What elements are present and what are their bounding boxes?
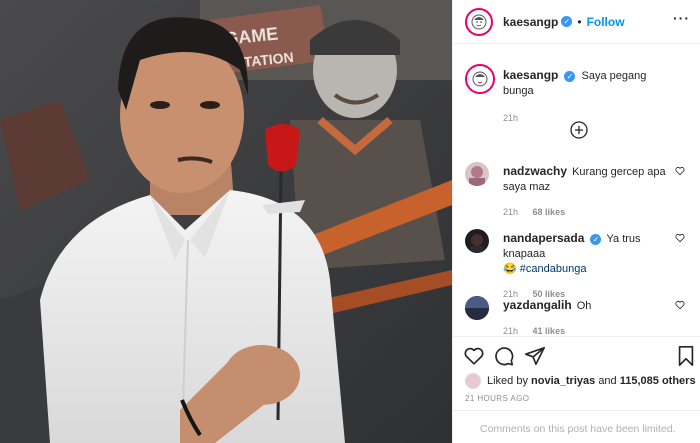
post-timestamp[interactable]: 21 HOURS AGO	[465, 394, 529, 403]
instagram-post-modal: GAME STATION kaesangp ✓ • Follow ··· kae…	[0, 0, 700, 443]
commenter-avatar[interactable]	[465, 296, 489, 320]
verified-badge-icon: ✓	[564, 70, 576, 82]
share-paper-plane-icon[interactable]	[524, 345, 546, 367]
author-username[interactable]: kaesangp	[503, 15, 558, 29]
verified-badge-icon: ✓	[590, 233, 602, 245]
plus-circle-icon	[570, 121, 588, 139]
commenter-avatar[interactable]	[465, 229, 489, 253]
comment-username[interactable]: nandapersada	[503, 231, 584, 245]
post-header: kaesangp ✓ • Follow ···	[453, 0, 700, 44]
liked-by-prefix: Liked by	[487, 375, 528, 387]
separator-dot: •	[577, 14, 582, 29]
author-avatar[interactable]	[465, 7, 493, 36]
save-bookmark-icon[interactable]	[675, 345, 697, 367]
emoji-laughing: 😂	[503, 263, 517, 275]
post-side-panel: kaesangp ✓ • Follow ··· kaesangp ✓ Saya …	[452, 0, 700, 443]
commenter-avatar[interactable]	[465, 162, 489, 186]
author-avatar-face-icon	[471, 14, 487, 29]
caption-author-avatar[interactable]	[465, 64, 495, 94]
comment-username[interactable]: nadzwachy	[503, 164, 567, 178]
like-heart-icon[interactable]	[463, 345, 485, 367]
comment-bubble-icon[interactable]	[493, 345, 515, 367]
comment-likes[interactable]: 68 likes	[533, 207, 566, 217]
comment-text: Oh	[576, 300, 592, 312]
liked-by-count[interactable]: 115,085 others	[620, 375, 696, 387]
more-options-icon[interactable]: ···	[673, 11, 690, 25]
caption-avatar-face-icon	[472, 71, 488, 87]
comment-username[interactable]: yazdangalih	[503, 298, 572, 312]
caption-username[interactable]: kaesangp	[503, 68, 558, 82]
liker-avatar[interactable]	[465, 373, 481, 389]
comment-likes[interactable]: 41 likes	[533, 326, 566, 336]
liked-by-line: Liked by novia_triyas and 115,085 others	[465, 373, 696, 389]
comment-time: 21h	[503, 207, 519, 217]
verified-badge-icon: ✓	[561, 16, 573, 27]
comments-limited-notice: Comments on this post have been limited.	[453, 410, 700, 443]
liked-by-user[interactable]: novia_triyas	[531, 375, 595, 387]
like-comment-heart-icon[interactable]	[675, 166, 685, 176]
hashtag-link[interactable]: #candabunga	[520, 263, 587, 275]
liked-by-and: and	[598, 375, 617, 387]
like-comment-heart-icon[interactable]	[675, 300, 685, 310]
load-more-comments-button[interactable]	[570, 121, 588, 139]
like-comment-heart-icon[interactable]	[675, 233, 685, 243]
caption-time: 21h	[503, 113, 519, 123]
post-photo[interactable]: GAME STATION	[0, 0, 452, 443]
follow-button[interactable]: Follow	[587, 15, 625, 29]
comment-time: 21h	[503, 326, 519, 336]
